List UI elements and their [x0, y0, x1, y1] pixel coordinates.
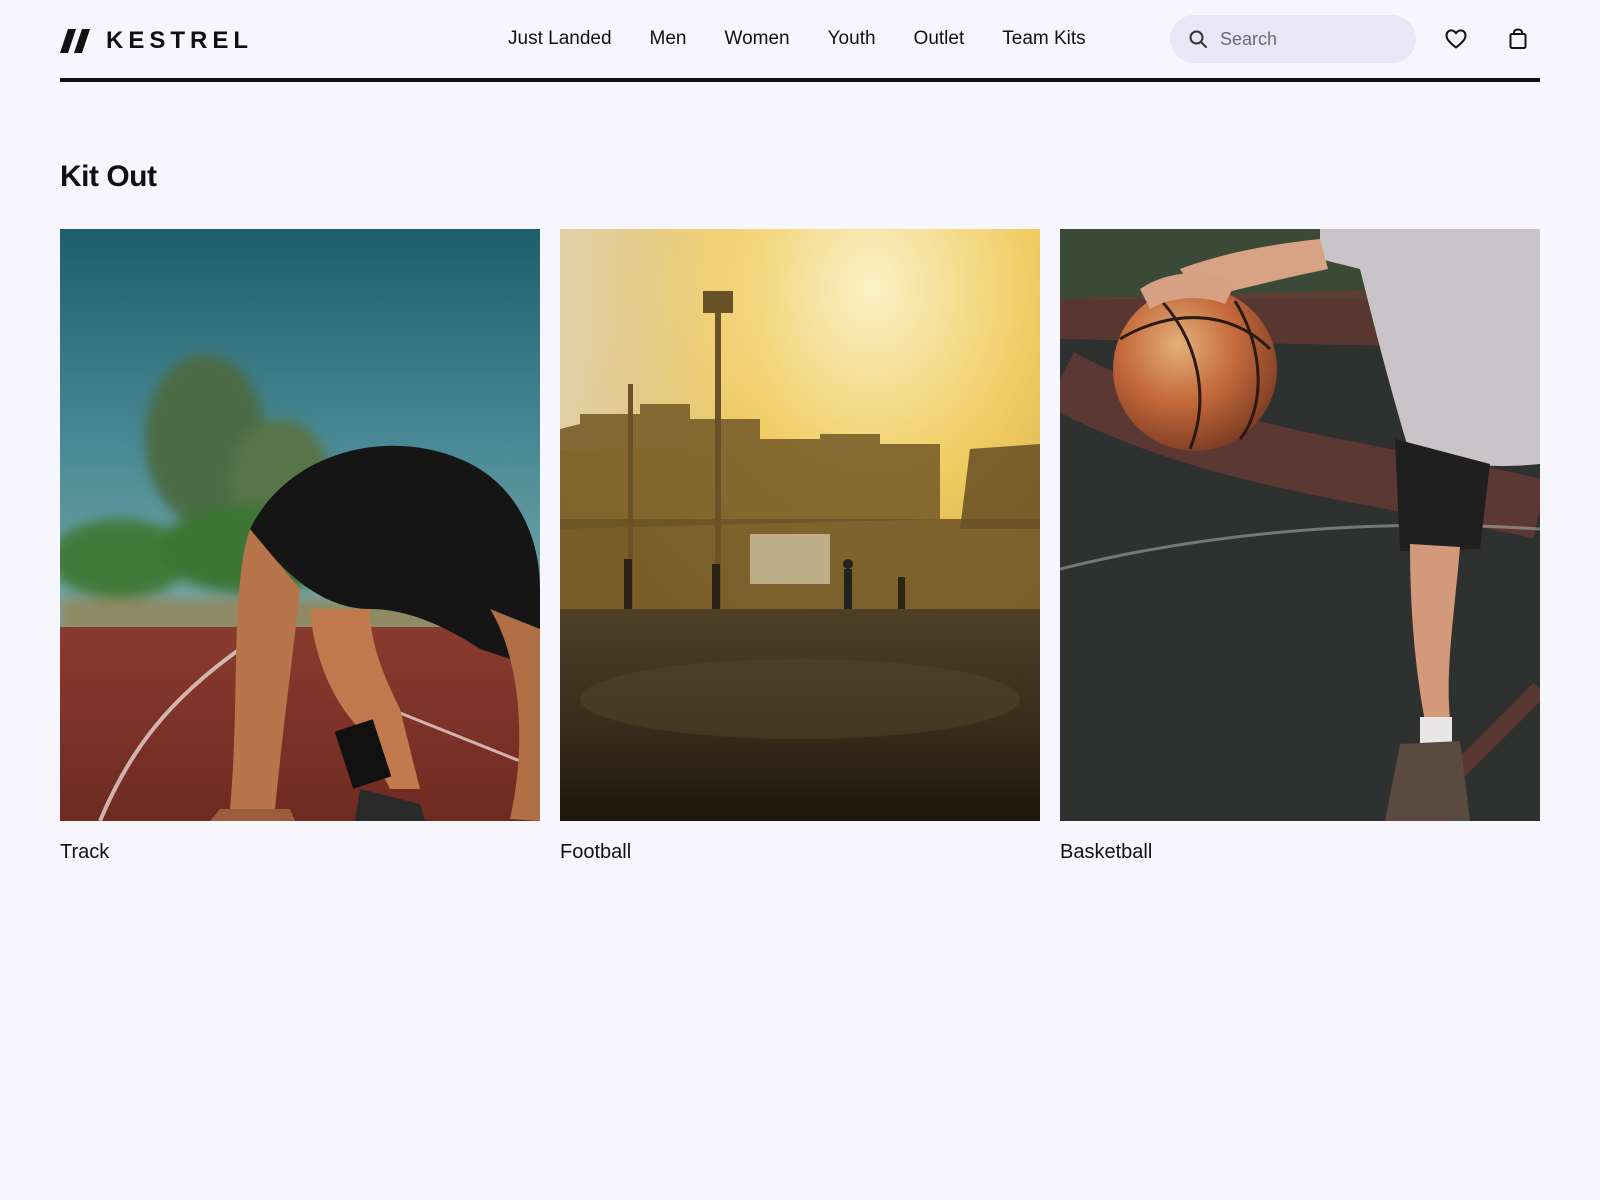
search-box[interactable]	[1170, 15, 1416, 63]
favorites-button[interactable]	[1443, 26, 1469, 52]
football-field-at-sunset-photo	[560, 229, 1040, 821]
nav-item-youth[interactable]: Youth	[828, 25, 876, 53]
nav-item-women[interactable]: Women	[725, 25, 790, 53]
search-input[interactable]	[1220, 28, 1400, 50]
nav-item-men[interactable]: Men	[650, 25, 687, 53]
sprinter-on-running-track-photo	[60, 229, 540, 821]
category-card-basketball[interactable]: Basketball	[1060, 229, 1540, 864]
nav-item-just-landed[interactable]: Just Landed	[508, 25, 612, 53]
card-label: Football	[560, 841, 632, 863]
brand-name: KESTREL	[106, 27, 254, 54]
double-slash-logo-icon	[60, 29, 90, 53]
site-header: KESTREL Just Landed Men Women Youth Outl…	[60, 0, 1540, 82]
brand-logo[interactable]: KESTREL	[60, 27, 253, 55]
category-card-track[interactable]: Track	[60, 229, 540, 864]
search-icon	[1189, 30, 1207, 48]
section-title: Kit Out	[60, 160, 157, 193]
nav-item-outlet[interactable]: Outlet	[914, 25, 965, 53]
player-holding-basketball-photo	[1060, 229, 1540, 821]
card-label: Basketball	[1060, 841, 1153, 863]
shopping-bag-button[interactable]	[1505, 26, 1531, 52]
heart-icon	[1445, 29, 1467, 49]
category-card-football[interactable]: Football	[560, 229, 1040, 864]
shopping-bag-icon	[1509, 28, 1527, 49]
main-nav: Just Landed Men Women Youth Outlet Team …	[508, 25, 1086, 53]
card-label: Track	[60, 841, 110, 863]
nav-item-team-kits[interactable]: Team Kits	[1002, 25, 1085, 53]
